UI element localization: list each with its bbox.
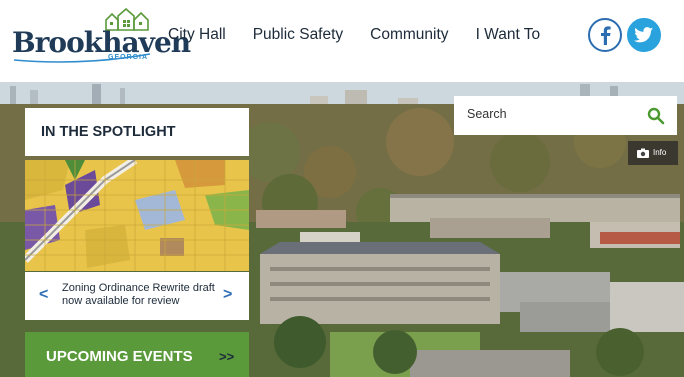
- spotlight-caption[interactable]: Zoning Ordinance Rewrite draft now avail…: [62, 282, 222, 308]
- camera-icon: [637, 148, 649, 158]
- site-header: Brookhaven GEORGIA City Hall Public Safe…: [0, 0, 684, 82]
- photo-info-label: Info: [653, 148, 667, 157]
- twitter-icon: [634, 26, 654, 42]
- spotlight-caption-bar: < Zoning Ordinance Rewrite draft now ava…: [25, 272, 249, 320]
- logo-subtitle: GEORGIA: [108, 54, 149, 61]
- photo-info-button[interactable]: Info: [628, 141, 678, 165]
- zoning-map-image[interactable]: [25, 160, 249, 271]
- nav-item-public-safety[interactable]: Public Safety: [253, 26, 343, 44]
- upcoming-events-label: UPCOMING EVENTS: [46, 348, 193, 365]
- facebook-button[interactable]: [588, 18, 622, 52]
- spotlight-header: IN THE SPOTLIGHT: [25, 108, 249, 156]
- facebook-icon: [601, 26, 611, 45]
- search-icon[interactable]: [647, 107, 665, 125]
- spotlight-next-button[interactable]: >: [223, 286, 232, 304]
- nav-item-city-hall[interactable]: City Hall: [168, 26, 226, 44]
- twitter-button[interactable]: [627, 18, 661, 52]
- nav-item-i-want-to[interactable]: I Want To: [476, 26, 541, 44]
- nav-item-community[interactable]: Community: [370, 26, 448, 44]
- zoning-map-illustration: [25, 160, 249, 271]
- search-box[interactable]: Search: [454, 96, 677, 135]
- main-nav: City Hall Public Safety Community I Want…: [168, 26, 567, 44]
- spotlight-title: IN THE SPOTLIGHT: [41, 124, 176, 140]
- brookhaven-logo[interactable]: Brookhaven GEORGIA: [12, 8, 191, 70]
- spotlight-prev-button[interactable]: <: [39, 286, 48, 304]
- upcoming-events-button[interactable]: UPCOMING EVENTS >>: [25, 332, 249, 377]
- search-input[interactable]: Search: [467, 107, 507, 121]
- double-chevron-right-icon: >>: [219, 349, 235, 364]
